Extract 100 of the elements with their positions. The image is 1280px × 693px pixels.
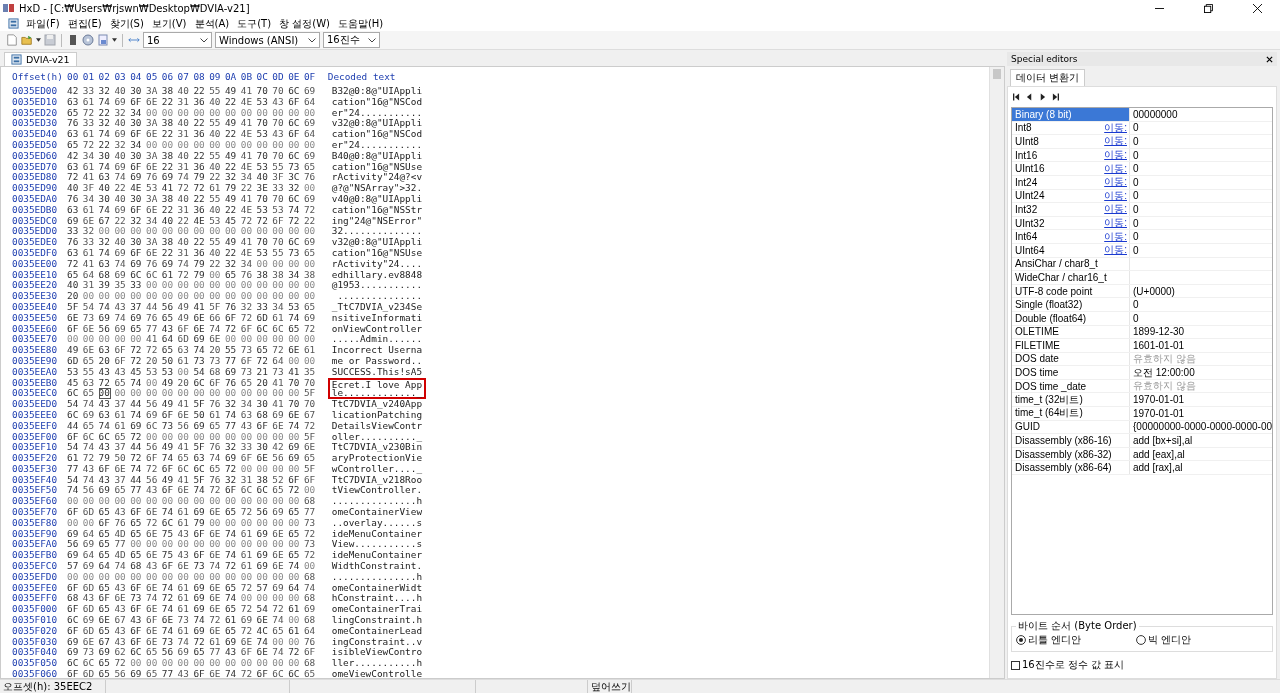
hex-byte[interactable]: 00 [303,291,320,302]
hex-byte[interactable]: 50 [193,409,210,421]
hex-byte[interactable]: 72 [98,377,115,389]
hex-byte[interactable]: 00 [161,571,178,583]
hex-byte[interactable]: 44 [146,301,162,313]
hex-byte[interactable]: 44 [130,442,146,454]
hex-byte[interactable]: 00 [224,658,241,670]
hex-byte[interactable]: 22 [193,86,210,97]
hex-byte[interactable]: 43 [224,647,241,659]
hex-byte[interactable]: 65 [224,507,241,518]
hex-byte[interactable]: 00 [177,291,194,302]
hex-byte[interactable]: 6D [82,625,99,637]
hex-byte[interactable]: 67 [98,636,115,648]
hex-byte[interactable]: 6C [256,323,273,335]
go-to-link[interactable]: 이동: [1104,188,1127,203]
hex-byte[interactable]: 65 [98,604,115,616]
hex-byte[interactable]: 41 [288,366,304,378]
hex-byte[interactable]: 20 [146,355,162,367]
hex-byte[interactable]: 72 [82,453,99,464]
hex-byte[interactable]: 6E [209,334,225,346]
hex-byte[interactable]: 63 [82,377,99,389]
go-to-link[interactable]: 이동: [1104,134,1127,149]
hex-byte[interactable]: 6C [67,658,83,670]
hex-byte[interactable]: 69 [114,129,131,140]
hex-byte[interactable]: 53 [146,183,162,194]
hex-byte[interactable]: 00 [224,226,241,238]
hex-byte[interactable]: 57 [256,582,273,594]
hex-byte[interactable]: 00 [240,334,257,346]
hex-byte[interactable]: 72 [240,312,257,324]
hex-byte[interactable]: 6E [177,561,194,572]
hex-byte[interactable]: 00 [256,517,273,529]
hex-byte[interactable]: 50 [114,453,131,464]
hex-byte[interactable]: 63 [193,453,210,464]
hex-byte[interactable]: 43 [82,463,99,475]
hex-byte[interactable]: 68 [303,615,320,626]
hex-byte[interactable]: 00 [303,183,320,194]
hex-byte[interactable]: 00 [146,291,162,302]
hex-byte[interactable]: 6F [209,377,225,389]
hex-byte[interactable]: 41 [177,399,194,410]
hex-byte[interactable]: 30 [98,193,115,205]
hex-byte[interactable]: 61 [82,129,99,140]
hex-byte[interactable]: 00 [146,496,162,508]
hex-byte[interactable]: 65 [98,539,115,551]
hex-byte[interactable]: 00 [256,496,273,508]
hex-byte[interactable]: 74 [98,129,115,140]
hex-byte[interactable]: 6D [82,582,99,594]
hex-byte[interactable]: 6F [130,204,146,216]
hex-byte[interactable]: 00 [303,334,320,346]
hex-byte[interactable]: 43 [98,366,115,378]
hex-byte[interactable]: 74 [114,561,131,572]
hex-byte[interactable]: 6C [193,463,210,475]
hex-byte[interactable]: 74 [256,636,273,648]
hex-byte[interactable]: 69 [303,86,320,97]
hex-byte[interactable]: 31 [177,96,194,108]
hex-byte[interactable]: 72 [146,463,162,475]
hex-byte[interactable]: 00 [256,431,273,443]
hex-byte[interactable]: 6F [130,582,146,594]
hex-byte[interactable]: 69 [256,528,273,540]
hex-byte[interactable]: 61 [82,247,99,259]
hex-byte[interactable]: 74 [82,474,99,486]
hex-byte[interactable]: 74 [224,550,241,562]
hex-byte[interactable]: 69 [224,453,241,464]
hex-byte[interactable]: 00 [303,140,320,151]
hex-byte[interactable]: 72 [224,463,241,475]
hex-byte[interactable]: 74 [303,582,320,594]
hex-byte[interactable]: 00 [146,388,162,400]
hex-byte[interactable]: 6C [272,323,289,335]
hex-byte[interactable]: 6F [130,625,146,637]
hex-byte[interactable]: 6E [177,409,194,421]
hex-byte[interactable]: 00 [272,280,289,292]
hex-byte[interactable]: 32 [98,237,115,248]
hex-byte[interactable]: 70 [272,86,289,97]
menu-item[interactable]: 파일(F) [25,16,61,31]
hex-byte[interactable]: 00 [146,431,162,443]
hex-byte[interactable]: 33 [240,442,257,454]
hex-byte[interactable]: 36 [193,247,210,259]
hex-byte[interactable]: 73 [303,517,320,529]
hex-byte[interactable]: 00 [303,485,320,497]
hex-byte[interactable]: 22 [240,183,257,194]
hex-byte[interactable]: 00 [193,388,210,400]
hex-byte[interactable]: 43 [240,420,257,432]
hex-byte[interactable]: 76 [224,377,241,389]
hex-byte[interactable]: 65 [303,247,320,259]
hex-byte[interactable]: 40 [114,86,131,97]
hex-byte[interactable]: 56 [67,539,83,551]
hex-byte[interactable]: 73 [193,355,210,367]
hex-byte[interactable]: 76 [209,399,225,410]
hex-byte[interactable]: 61 [209,409,225,421]
hex-byte[interactable]: 6F [146,453,162,464]
hex-byte[interactable]: 34 [82,193,99,205]
hex-byte[interactable]: 65 [161,312,178,324]
hex-byte[interactable]: 34 [240,258,257,270]
hex-byte[interactable]: 22 [114,183,131,194]
go-to-link[interactable]: 이동: [1104,161,1127,176]
hex-byte[interactable]: 70 [256,150,273,162]
hex-byte[interactable]: 20 [177,377,194,389]
hex-byte[interactable]: 53 [146,366,162,378]
hex-byte[interactable]: 6E [209,625,225,637]
endian-radio[interactable]: 리틀 엔디안 [1016,633,1136,647]
hex-byte[interactable]: 6F [98,593,115,605]
